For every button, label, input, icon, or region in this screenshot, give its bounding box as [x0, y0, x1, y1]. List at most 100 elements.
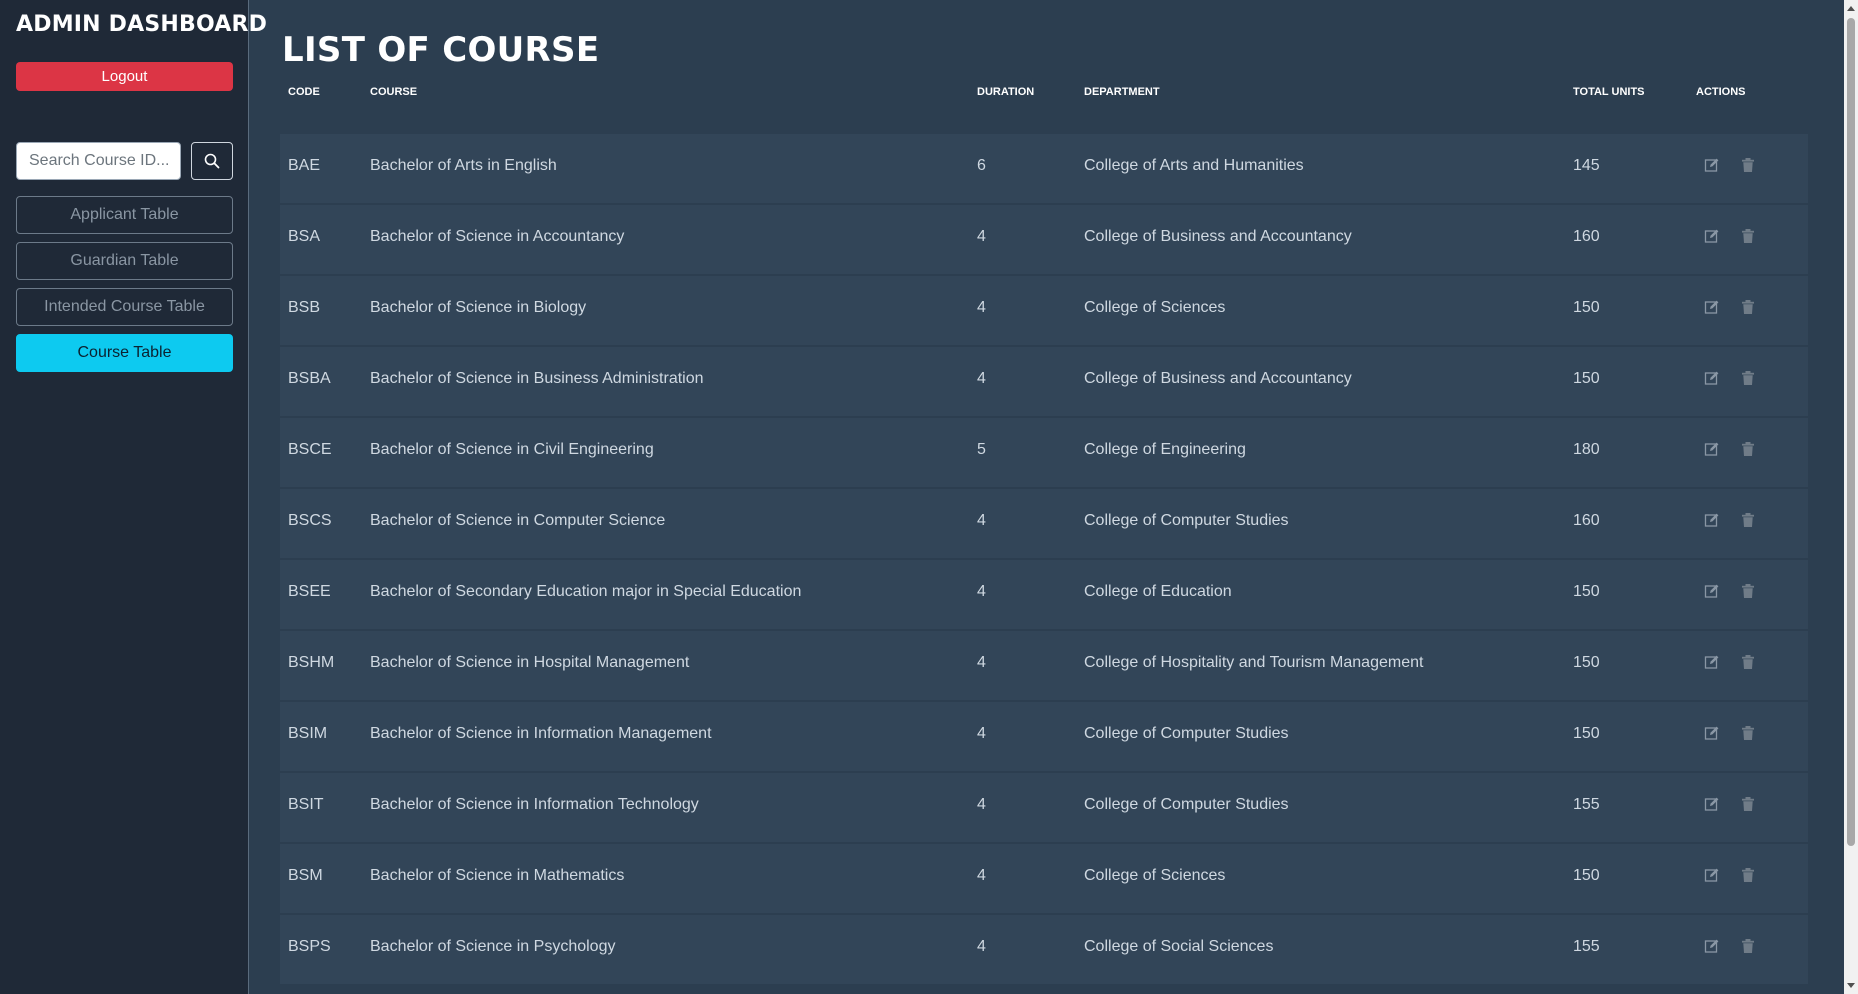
edit-icon[interactable]: [1704, 725, 1720, 741]
cell-department: College of Computer Studies: [1084, 725, 1289, 742]
edit-icon[interactable]: [1704, 370, 1720, 386]
nav-intended-course-table[interactable]: Intended Course Table: [16, 288, 233, 326]
table-row: BSM Bachelor of Science in Mathematics 4…: [280, 844, 1808, 913]
search-input[interactable]: [16, 142, 181, 180]
cell-code: BSCE: [288, 441, 332, 458]
main-content: LIST OF COURSE CODE COURSE DURATION DEPA…: [250, 0, 1858, 994]
logout-button[interactable]: Logout: [16, 62, 233, 91]
trash-icon[interactable]: [1740, 157, 1756, 173]
cell-duration: 4: [977, 370, 986, 387]
edit-icon[interactable]: [1704, 796, 1720, 812]
cell-course: Bachelor of Science in Hospital Manageme…: [370, 654, 690, 671]
cell-total-units: 150: [1573, 583, 1600, 600]
cell-total-units: 150: [1573, 867, 1600, 884]
cell-course: Bachelor of Science in Biology: [370, 299, 587, 316]
trash-icon[interactable]: [1740, 299, 1756, 315]
vertical-scrollbar[interactable]: [1844, 0, 1858, 994]
search-button[interactable]: [191, 142, 233, 180]
edit-icon[interactable]: [1704, 228, 1720, 244]
column-header-course: COURSE: [370, 86, 418, 98]
trash-icon[interactable]: [1740, 512, 1756, 528]
trash-icon[interactable]: [1740, 228, 1756, 244]
cell-course: Bachelor of Science in Mathematics: [370, 867, 625, 884]
cell-duration: 5: [977, 441, 986, 458]
cell-total-units: 150: [1573, 725, 1600, 742]
table-row: BSA Bachelor of Science in Accountancy 4…: [280, 205, 1808, 274]
cell-duration: 4: [977, 512, 986, 529]
table-row: BSIT Bachelor of Science in Information …: [280, 773, 1808, 842]
cell-code: BSBA: [288, 370, 331, 387]
scroll-down-arrow-icon[interactable]: [1847, 983, 1855, 988]
cell-duration: 4: [977, 299, 986, 316]
cell-department: College of Social Sciences: [1084, 938, 1274, 955]
edit-icon[interactable]: [1704, 441, 1720, 457]
trash-icon[interactable]: [1740, 441, 1756, 457]
table-row: BAE Bachelor of Arts in English 6 Colleg…: [280, 134, 1808, 203]
trash-icon[interactable]: [1740, 938, 1756, 954]
scroll-up-arrow-icon[interactable]: [1847, 6, 1855, 11]
nav-course-table[interactable]: Course Table: [16, 334, 233, 372]
table-row: BSEE Bachelor of Secondary Education maj…: [280, 560, 1808, 629]
cell-total-units: 160: [1573, 228, 1600, 245]
scrollbar-thumb[interactable]: [1847, 18, 1855, 846]
cell-duration: 4: [977, 583, 986, 600]
edit-icon[interactable]: [1704, 654, 1720, 670]
nav-guardian-table[interactable]: Guardian Table: [16, 242, 233, 280]
trash-icon[interactable]: [1740, 867, 1756, 883]
table-row: BSB Bachelor of Science in Biology 4 Col…: [280, 276, 1808, 345]
cell-total-units: 155: [1573, 938, 1600, 955]
cell-course: Bachelor of Secondary Education major in…: [370, 583, 802, 600]
cell-code: BAE: [288, 157, 321, 174]
cell-course: Bachelor of Science in Accountancy: [370, 228, 625, 245]
trash-icon[interactable]: [1740, 370, 1756, 386]
cell-duration: 6: [977, 157, 986, 174]
cell-code: BSB: [288, 299, 321, 316]
cell-course: Bachelor of Science in Computer Science: [370, 512, 666, 529]
edit-icon[interactable]: [1704, 867, 1720, 883]
nav-applicant-table[interactable]: Applicant Table: [16, 196, 233, 234]
cell-department: College of Computer Studies: [1084, 796, 1289, 813]
edit-icon[interactable]: [1704, 512, 1720, 528]
table-header: CODE COURSE DURATION DEPARTMENT TOTAL UN…: [280, 86, 1808, 112]
cell-department: College of Hospitality and Tourism Manag…: [1084, 654, 1424, 671]
cell-total-units: 145: [1573, 157, 1600, 174]
cell-code: BSCS: [288, 512, 332, 529]
cell-department: College of Education: [1084, 583, 1232, 600]
cell-duration: 4: [977, 725, 986, 742]
cell-department: College of Engineering: [1084, 441, 1246, 458]
edit-icon[interactable]: [1704, 938, 1720, 954]
cell-department: College of Sciences: [1084, 867, 1226, 884]
cell-course: Bachelor of Science in Information Manag…: [370, 725, 712, 742]
cell-department: College of Computer Studies: [1084, 512, 1289, 529]
trash-icon[interactable]: [1740, 725, 1756, 741]
cell-duration: 4: [977, 654, 986, 671]
cell-total-units: 150: [1573, 370, 1600, 387]
edit-icon[interactable]: [1704, 157, 1720, 173]
cell-code: BSM: [288, 867, 323, 884]
page-title: LIST OF COURSE: [282, 30, 600, 70]
cell-code: BSIM: [288, 725, 328, 742]
column-header-total-units: TOTAL UNITS: [1573, 86, 1645, 98]
cell-total-units: 150: [1573, 299, 1600, 316]
column-header-actions: ACTIONS: [1696, 86, 1746, 98]
cell-department: College of Sciences: [1084, 299, 1226, 316]
edit-icon[interactable]: [1704, 299, 1720, 315]
edit-icon[interactable]: [1704, 583, 1720, 599]
sidebar: ADMIN DASHBOARD Logout Applicant Table G…: [0, 0, 267, 994]
cell-total-units: 150: [1573, 654, 1600, 671]
cell-course: Bachelor of Science in Civil Engineering: [370, 441, 654, 458]
cell-duration: 4: [977, 938, 986, 955]
cell-code: BSHM: [288, 654, 335, 671]
trash-icon[interactable]: [1740, 796, 1756, 812]
cell-code: BSIT: [288, 796, 324, 813]
table-row: BSCS Bachelor of Science in Computer Sci…: [280, 489, 1808, 558]
trash-icon[interactable]: [1740, 654, 1756, 670]
column-header-code: CODE: [288, 86, 320, 98]
search-icon: [204, 153, 220, 169]
column-header-department: DEPARTMENT: [1084, 86, 1160, 98]
cell-duration: 4: [977, 867, 986, 884]
table-row: BSPS Bachelor of Science in Psychology 4…: [280, 915, 1808, 984]
column-header-duration: DURATION: [977, 86, 1035, 98]
cell-duration: 4: [977, 796, 986, 813]
trash-icon[interactable]: [1740, 583, 1756, 599]
